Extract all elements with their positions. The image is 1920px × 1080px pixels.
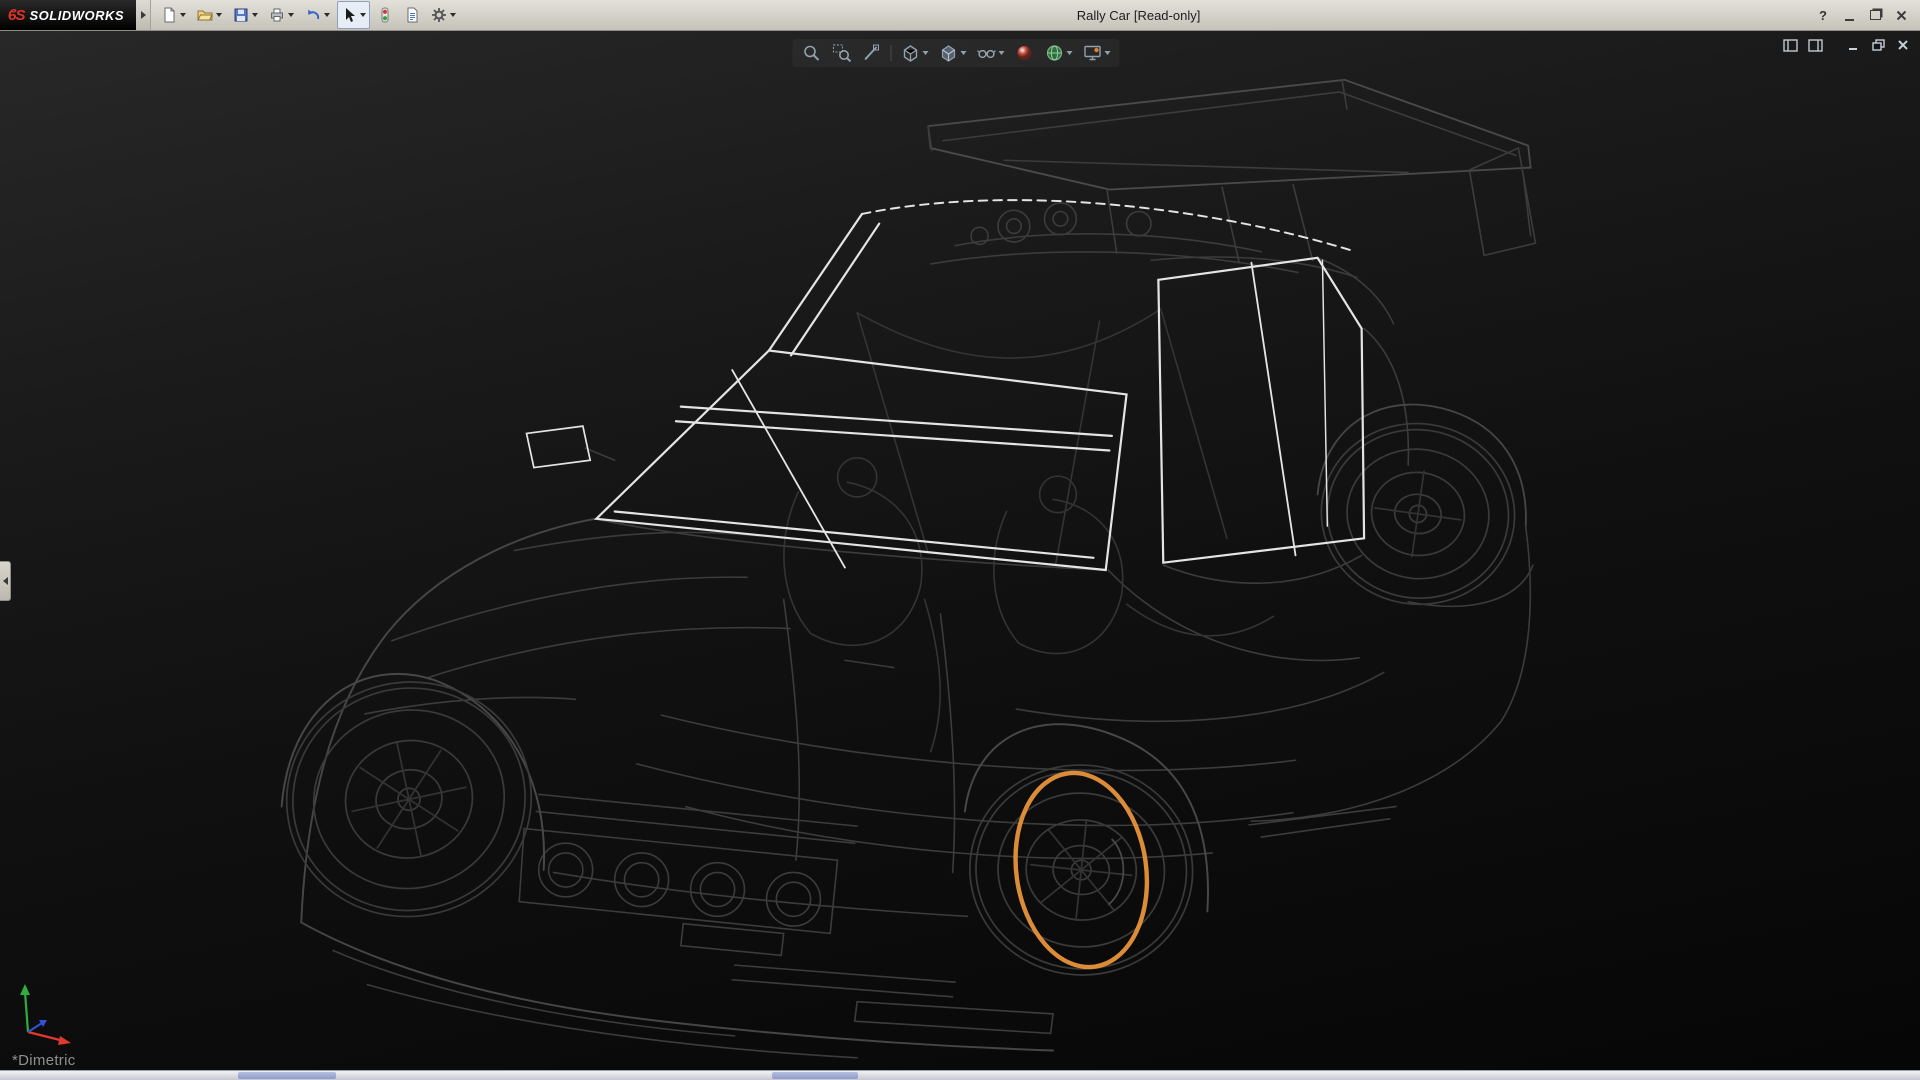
hide-show-items-button[interactable] [974,41,1008,65]
new-document-icon [161,7,177,23]
options-icon [431,7,447,23]
document-close-button[interactable] [1894,37,1912,53]
chevron-down-icon [999,51,1005,55]
apply-scene-icon [1045,43,1065,63]
options-button[interactable] [427,1,460,29]
edit-appearance-button[interactable] [1012,41,1038,65]
split-pane-button-1[interactable] [1781,37,1799,53]
front-left-wheel [265,659,553,939]
taskbar-app-button[interactable] [772,1072,858,1079]
close-button[interactable] [1892,6,1910,24]
chevron-down-icon [252,13,258,17]
view-settings-icon [1083,43,1103,63]
window-controls: ? [1804,0,1920,30]
window-title: Rally Car [Read-only] [1077,0,1201,30]
reference-triad [12,980,94,1046]
car-body-lines [282,80,1536,1058]
dassault-logo-icon: ϐS [8,7,24,24]
close-icon [1897,39,1909,51]
file-properties-icon [404,7,420,23]
zoom-area-icon [832,43,852,63]
restore-icon [1872,39,1885,51]
close-icon [1896,10,1907,21]
zoom-to-fit-button[interactable] [799,41,825,65]
save-button[interactable] [229,1,262,29]
feature-manager-collapse-tab[interactable] [0,561,11,601]
save-icon [233,7,249,23]
undo-icon [305,7,321,23]
open-button[interactable] [193,1,226,29]
chevron-down-icon [180,13,186,17]
edit-appearance-icon [1015,43,1035,63]
select-button[interactable] [337,1,370,29]
x-axis [28,1032,64,1041]
taskbar-app-button[interactable] [238,1072,336,1079]
help-button[interactable]: ? [1814,6,1832,24]
view-orientation-button[interactable] [898,41,932,65]
y-axis [25,992,28,1032]
x-axis-arrowhead [58,1036,71,1045]
document-window-controls [1781,37,1912,53]
undo-button[interactable] [301,1,334,29]
document-restore-button[interactable] [1869,37,1887,53]
front-right-wheel [959,754,1203,986]
y-axis-arrowhead [20,984,30,995]
restore-button[interactable] [1866,6,1884,24]
zoom-to-area-button[interactable] [829,41,855,65]
chevron-down-icon [288,13,294,17]
heads-up-view-toolbar [793,39,1120,67]
brand-name: SOLIDWORKS [29,8,124,23]
new-document-button[interactable] [157,1,190,29]
document-minimize-button[interactable] [1844,37,1862,53]
chevron-down-icon [923,51,929,55]
view-orientation-label: *Dimetric [12,1052,76,1069]
rear-right-wheel [1310,411,1527,617]
toolbar-expander-button[interactable] [136,0,151,30]
zoom-fit-icon [802,43,822,63]
print-button[interactable] [265,1,298,29]
display-style-button[interactable] [936,41,970,65]
solidworks-window: ϐS SOLIDWORKS [0,0,1920,1080]
view-orientation-icon [901,43,921,63]
z-axis [28,1023,42,1032]
apply-scene-button[interactable] [1042,41,1076,65]
titlebar: ϐS SOLIDWORKS [0,0,1920,31]
chevron-down-icon [324,13,330,17]
chevron-down-icon [360,13,366,17]
restore-icon [1870,10,1881,20]
section-view-icon [862,43,882,63]
chevron-down-icon [450,13,456,17]
rebuild-icon [377,7,393,23]
chevron-left-icon [3,577,8,585]
highlighted-glass-lines [527,200,1365,570]
select-arrow-icon [341,7,357,23]
minimize-button[interactable] [1840,6,1858,24]
chevron-right-icon [141,11,146,19]
chevron-down-icon [216,13,222,17]
split-pane-icon [1808,39,1823,52]
rebuild-button[interactable] [373,1,397,29]
chevron-down-icon [961,51,967,55]
view-settings-button[interactable] [1080,41,1114,65]
chevron-down-icon [1067,51,1073,55]
open-folder-icon [197,7,213,23]
file-properties-button[interactable] [400,1,424,29]
hide-show-items-icon [977,43,997,63]
chevron-down-icon [1105,51,1111,55]
minimize-icon [1847,39,1859,51]
section-view-button[interactable] [859,41,885,65]
solidworks-logo: ϐS SOLIDWORKS [0,0,136,30]
split-pane-button-2[interactable] [1806,37,1824,53]
rally-car-wireframe-model [0,31,1920,1070]
graphics-viewport[interactable]: *Dimetric [0,31,1920,1070]
minimize-icon [1845,19,1854,21]
print-icon [269,7,285,23]
toolbar-separator [891,45,892,61]
split-pane-icon [1783,39,1798,52]
display-style-icon [939,43,959,63]
standard-toolbar [151,0,466,30]
windows-taskbar[interactable] [0,1070,1920,1080]
